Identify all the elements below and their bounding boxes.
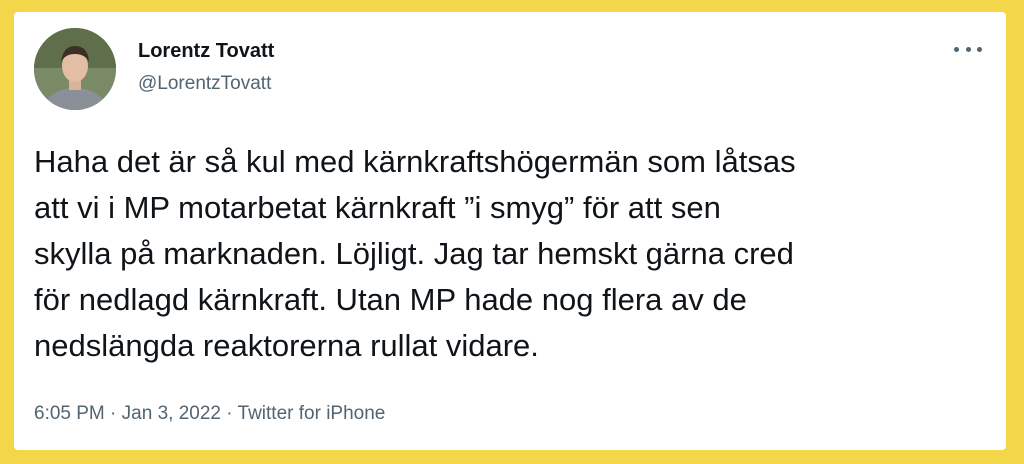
avatar-image [34,28,116,110]
tweet-text: Haha det är så kul med kärnkraftshögermä… [34,139,994,369]
tweet-text-line: att vi i MP motarbetat kärnkraft ”i smyg… [34,190,721,225]
tweet-text-line: Haha det är så kul med kärnkraftshögermä… [34,144,796,179]
meta-separator: · [104,403,122,424]
dot [954,46,959,52]
dot [965,46,971,52]
dot [977,46,982,52]
tweet-text-line: skylla på marknaden. Löjligt. Jag tar he… [34,236,794,271]
tweet-date[interactable]: Jan 3, 2022 [122,403,221,424]
author-name[interactable]: Lorentz Tovatt [138,40,274,63]
tweet-text-line: nedslängda reaktorerna rullat vidare. [34,328,539,363]
tweet-card: Lorentz Tovatt @LorentzTovatt Haha det ä… [14,12,1006,450]
avatar[interactable] [34,28,116,110]
meta-separator: · [220,403,238,424]
tweet-text-line: för nedlagd kärnkraft. Utan MP hade nog … [34,282,747,317]
tweet-metadata: 6:05 PM · Jan 3, 2022 · Twitter for iPho… [34,403,385,425]
more-options-icon[interactable] [954,42,982,56]
tweet-source[interactable]: Twitter for iPhone [238,403,386,424]
author-handle[interactable]: @LorentzTovatt [138,73,271,95]
tweet-time[interactable]: 6:05 PM [34,403,105,424]
